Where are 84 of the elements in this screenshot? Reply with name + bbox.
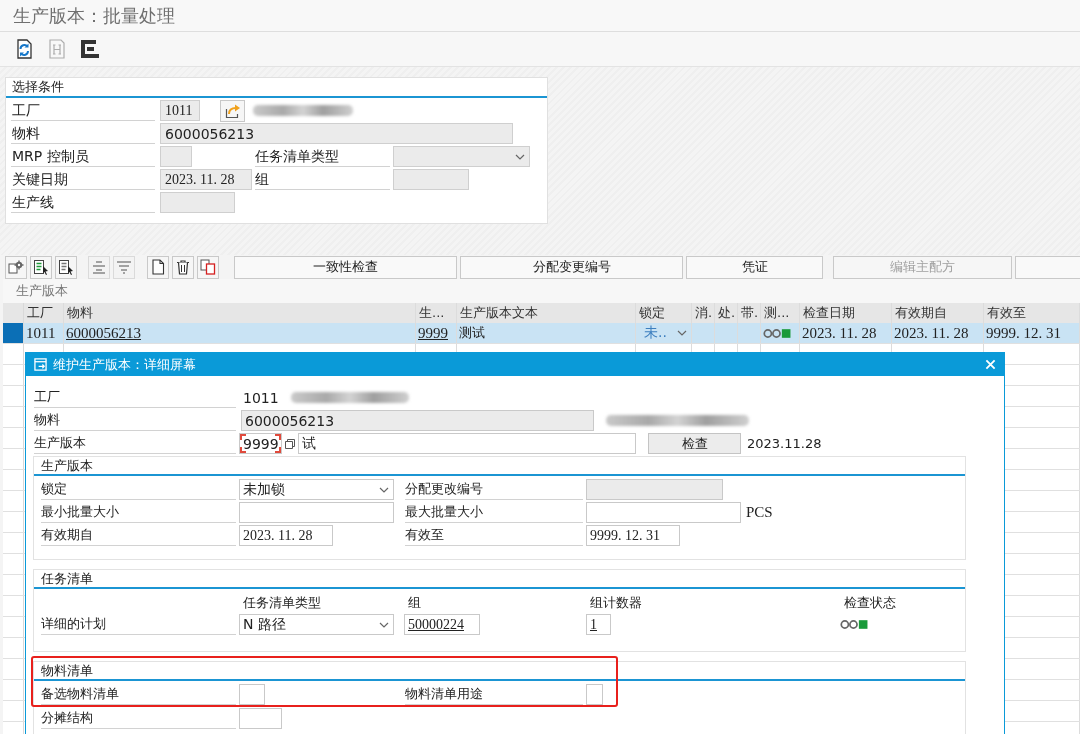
toolbar-button[interactable] [172,255,194,279]
field-label: 物料清单用途 [405,684,583,705]
filter-icon [116,259,132,275]
plant-value: 1011 [243,389,279,406]
column-label: 检查状态 [843,595,896,610]
status-lights-icon [763,327,791,339]
toolbar-button[interactable] [55,255,77,279]
table-row[interactable]: 1011 6000056213 9999 测试 未.. 2023. 11. 28 2023. 11. 28 9999. 12. 31 [3,323,1080,344]
dialog-title: 维护生产版本：详细屏幕 [53,355,196,374]
list-cursor-icon [33,259,49,275]
caret-icon [515,153,525,160]
table-link[interactable]: 9999 [418,324,448,342]
field-label: 详细的计划 [41,614,236,635]
column-label: 组计数器 [589,595,642,610]
input-field[interactable] [239,502,394,523]
table-title: 生产版本 [16,282,68,300]
toolbar-button[interactable]: 凭证 [686,255,823,279]
field-label: 最小批量大小 [41,502,236,523]
field-label: 生产版本 [34,433,236,454]
field-label: 分配更改编号 [405,479,583,500]
task-list-type-dropdown[interactable]: N 路径 [239,614,394,635]
date-field[interactable]: 2023. 11. 28 [239,525,333,546]
field-label: 组 [255,169,390,190]
section-title: 物料清单 [41,663,93,678]
column-label: 组 [407,595,421,610]
field-label: 任务清单类型 [255,146,390,167]
field-label: 物料 [34,410,236,431]
counter-field[interactable]: 1 [586,614,611,635]
table-cell: 1011 [24,323,64,343]
list-cursor-icon [58,259,74,275]
section-title: 选择条件 [12,79,64,94]
caret-icon [379,621,389,628]
window-title: 生产版本：批量处理 [13,3,175,28]
input-field[interactable] [586,684,603,705]
input-field[interactable] [239,708,282,729]
field-label: MRP 控制员 [11,146,155,167]
field-label: 物料 [11,123,155,144]
table-cell: 9999. 12. 31 [984,323,1080,343]
unit-label: PCS [746,504,773,521]
version-field[interactable]: 9999 [239,433,282,454]
copy-icon [200,259,216,275]
close-icon[interactable] [985,359,996,370]
bars-icon[interactable] [79,38,101,60]
toolbar-button[interactable]: 分配变更编号 [460,255,683,279]
table-cell: 2023. 11. 28 [892,323,984,343]
group-field[interactable]: 50000224 [404,614,480,635]
gear-icon [8,259,24,275]
table-cell: 2023. 11. 28 [800,323,892,343]
arrow-button[interactable] [220,99,245,122]
row-selector[interactable] [3,323,24,343]
check-date: 2023.11.28 [747,436,822,451]
toolbar-button[interactable] [147,255,169,279]
field-label: 备选物料清单 [41,684,236,705]
align-center-icon [91,259,107,275]
lock-dropdown[interactable]: 未加锁 [239,479,394,500]
section-title: 生产版本 [41,458,93,473]
field-label: 工厂 [11,100,155,121]
window-icon [34,358,47,371]
table-cell: 测试 [457,323,636,343]
field-label: 有效期自 [41,525,236,546]
toolbar-button[interactable]: 一致性检查 [234,255,457,279]
trash-icon [175,259,191,275]
section-title: 任务清单 [41,571,93,586]
input-field[interactable] [586,502,741,523]
caret-icon [677,330,687,336]
document-icon [150,259,166,275]
overlapping-squares-icon [284,437,296,450]
field-label: 有效至 [405,525,583,546]
check-button[interactable]: 检查 [648,433,741,454]
field-label: 最大批量大小 [405,502,583,523]
caret-icon [379,486,389,493]
field-label: 工厂 [34,387,236,408]
toolbar-button[interactable] [30,255,52,279]
table-link[interactable]: 6000056213 [66,324,141,342]
field-label: 关键日期 [11,169,155,190]
field-label: 锁定 [41,479,236,500]
arrow-box-icon [224,102,241,119]
input-field[interactable] [239,684,265,705]
column-label: 任务清单类型 [242,595,321,610]
date-field[interactable]: 9999. 12. 31 [586,525,680,546]
version-text-field[interactable]: 试 [298,433,636,454]
status-lights-icon [840,619,868,630]
field-label: 生产线 [11,192,155,213]
field-label: 分摊结构 [41,708,236,729]
